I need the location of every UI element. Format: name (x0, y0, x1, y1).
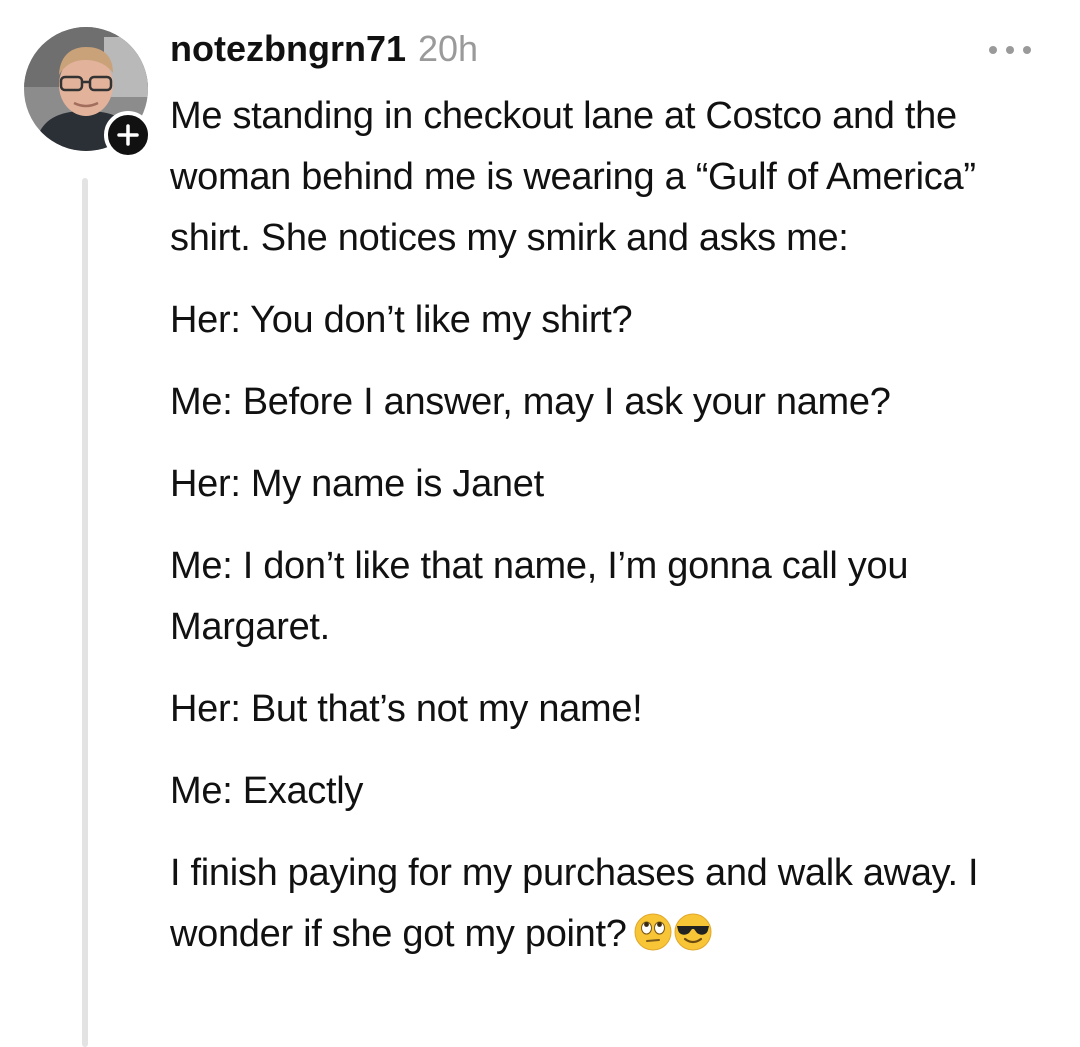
post-paragraph: Her: My name is Janet (170, 463, 544, 505)
post-paragraph-last: I finish paying for my purchases and wal… (170, 843, 1050, 965)
post-paragraph: Me: Before I answer, may I ask your name… (170, 381, 891, 423)
post: notezbngrn71 20h Me standing in checkout… (0, 0, 1080, 1047)
post-body: Me standing in checkout lane at Costco a… (170, 86, 1050, 986)
plus-icon (117, 124, 139, 146)
more-options-button[interactable] (985, 36, 1035, 64)
post-paragraph: Me: I don’t like that name, I’m gonna ca… (170, 545, 909, 648)
username[interactable]: notezbngrn71 (170, 28, 406, 70)
post-paragraph: Me standing in checkout lane at Costco a… (170, 95, 976, 259)
timestamp: 20h (418, 28, 479, 69)
thread-line (82, 178, 88, 1047)
post-paragraph: Her: You don’t like my shirt? (170, 299, 633, 341)
more-options-icon (989, 46, 1031, 54)
smiling-face-with-sunglasses-emoji (674, 913, 712, 951)
post-paragraph-text: I finish paying for my purchases and wal… (170, 852, 979, 955)
post-paragraph: Me: Exactly (170, 770, 364, 812)
post-paragraph: Her: But that’s not my name! (170, 688, 643, 730)
follow-button[interactable] (104, 111, 152, 159)
post-header: notezbngrn71 20h (170, 28, 478, 74)
face-with-rolling-eyes-emoji (634, 913, 672, 951)
